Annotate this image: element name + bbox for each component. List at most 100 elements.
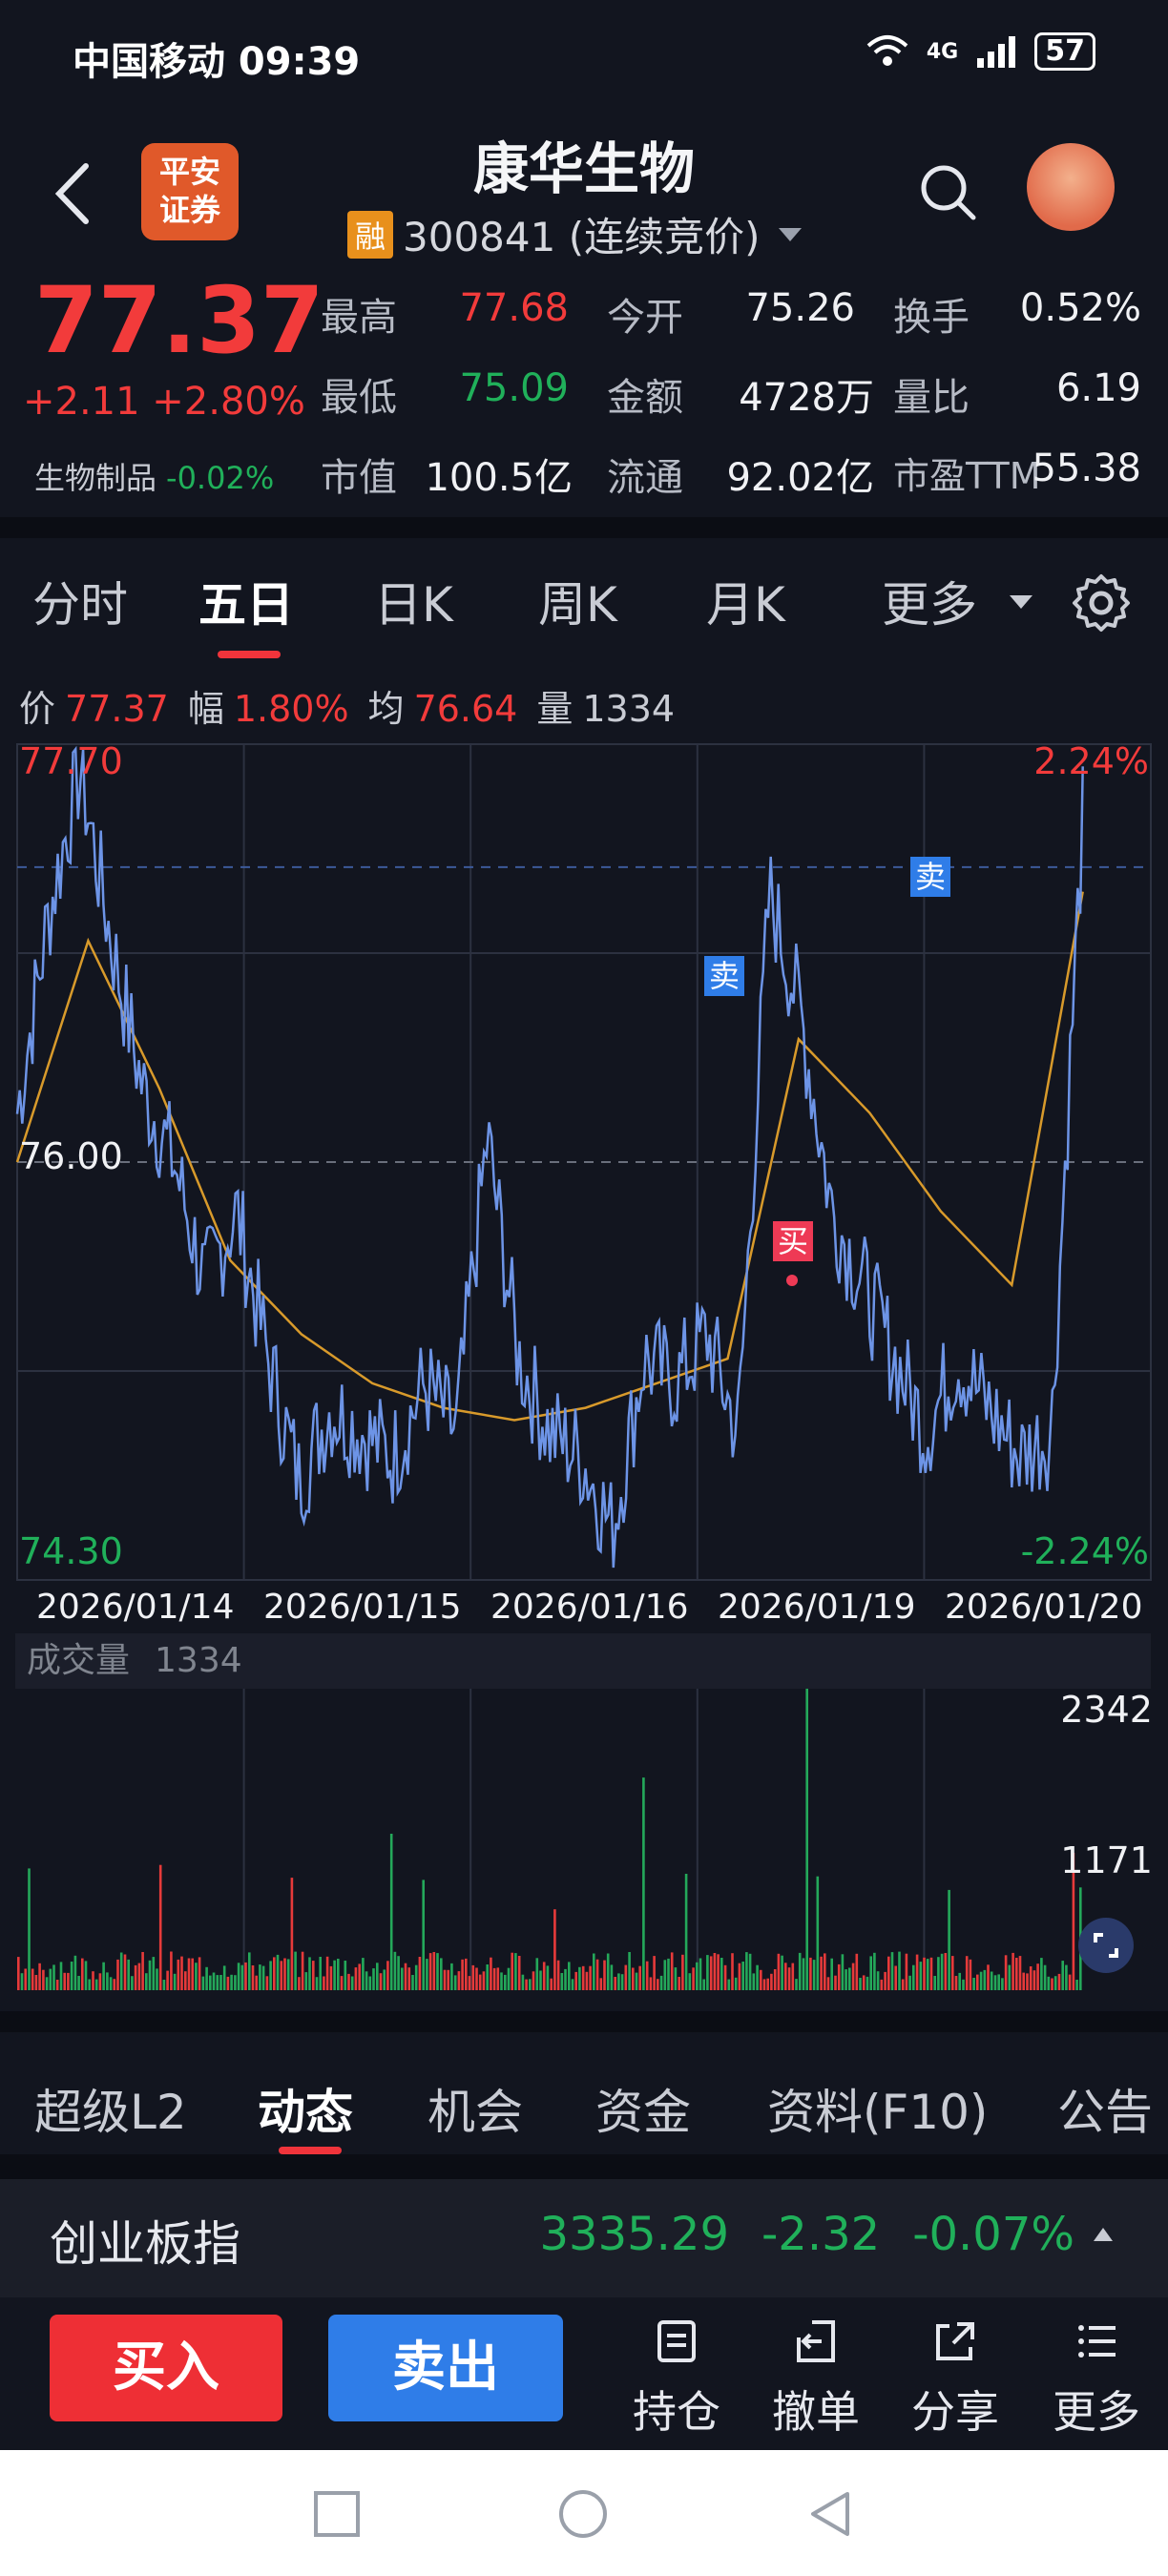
network-badge: 4G xyxy=(926,39,959,64)
volume-bar xyxy=(809,1957,812,1990)
volume-bar xyxy=(397,1956,400,1990)
volume-bar xyxy=(49,1968,52,1990)
volume-bar xyxy=(63,1972,66,1990)
gear-icon[interactable] xyxy=(1071,572,1132,634)
sector-change: -0.02% xyxy=(166,460,275,496)
positions-button[interactable]: 持仓 xyxy=(624,2318,729,2441)
recent-apps-icon[interactable] xyxy=(311,2488,363,2540)
volume-bar xyxy=(993,1975,997,1990)
volume-bar xyxy=(688,1973,692,1990)
home-icon[interactable] xyxy=(557,2488,609,2540)
volume-bar xyxy=(67,1972,70,1990)
volume-bar xyxy=(756,1964,759,1990)
volume-bar xyxy=(614,1977,616,1990)
volume-bar xyxy=(290,1878,294,1990)
sector-info[interactable]: 生物制品 -0.02% xyxy=(34,454,274,498)
quote-value: 0.52% xyxy=(1019,286,1141,330)
volume-bar xyxy=(1065,1964,1068,1990)
volume-bar xyxy=(265,1976,269,1990)
volume-bar xyxy=(219,1975,222,1990)
volume-bar xyxy=(294,1951,297,1990)
volume-bar xyxy=(940,1953,944,1990)
volume-bar xyxy=(628,1952,631,1990)
volume-bar xyxy=(123,1954,127,1990)
volume-bar xyxy=(539,1970,542,1990)
expand-up-icon[interactable] xyxy=(1094,2228,1113,2241)
volume-bar xyxy=(901,1979,905,1990)
tab-weekly-k[interactable]: 周K xyxy=(538,567,617,635)
volume-bar xyxy=(578,1966,581,1990)
menu-icon xyxy=(1078,2325,1116,2358)
volume-bar xyxy=(620,1974,624,1990)
volume-bar xyxy=(624,1964,628,1990)
back-icon[interactable] xyxy=(805,2488,857,2540)
volume-bar xyxy=(1022,1972,1025,1990)
buy-marker[interactable]: 买 xyxy=(773,1221,813,1261)
volume-bar xyxy=(337,1959,340,1990)
volume-bar xyxy=(706,1955,709,1990)
more-button[interactable]: 更多 xyxy=(1044,2318,1149,2441)
volume-bar xyxy=(184,1971,187,1990)
x-tick-label: 2026/01/20 xyxy=(945,1588,1143,1627)
volume-bar xyxy=(98,1973,102,1990)
volume-bar xyxy=(492,1967,496,1990)
tab-daily-k[interactable]: 日K xyxy=(374,567,453,635)
volume-bar xyxy=(212,1972,216,1990)
document-icon xyxy=(657,2320,696,2362)
volume-bar xyxy=(777,1953,781,1990)
index-ticker[interactable]: 创业板指 3335.29 -2.32 -0.07% xyxy=(0,2154,1168,2297)
avatar[interactable] xyxy=(1027,143,1115,231)
sell-marker[interactable]: 卖 xyxy=(910,857,950,897)
volume-bar xyxy=(244,1962,247,1990)
volume-bar xyxy=(873,1952,876,1990)
buy-button[interactable]: 买入 xyxy=(50,2315,282,2421)
tab-announcements[interactable]: 公告 xyxy=(1057,2074,1153,2143)
volume-bar xyxy=(368,1976,372,1990)
cancel-order-button[interactable]: 撤单 xyxy=(763,2318,868,2441)
tab-f10[interactable]: 资料(F10) xyxy=(767,2074,988,2143)
tab-super-l2[interactable]: 超级L2 xyxy=(34,2074,187,2143)
tab-five-day[interactable]: 五日 xyxy=(198,567,294,635)
sell-marker[interactable]: 卖 xyxy=(704,956,744,996)
volume-bar xyxy=(770,1973,773,1990)
x-tick-label: 2026/01/14 xyxy=(36,1588,235,1627)
price-label: 价 xyxy=(19,688,56,730)
volume-bar xyxy=(915,1954,919,1990)
tab-funds[interactable]: 资金 xyxy=(595,2074,691,2143)
volume-mid-label: 1171 xyxy=(1060,1839,1153,1881)
volume-bar xyxy=(209,1975,212,1990)
volume-bar xyxy=(642,1777,645,1990)
fullscreen-button[interactable] xyxy=(1078,1918,1134,1973)
tab-more[interactable]: 更多 xyxy=(882,567,977,635)
search-icon[interactable] xyxy=(918,162,977,221)
volume-bar xyxy=(70,1962,73,1990)
volume-bar xyxy=(116,1959,119,1990)
volume-bar xyxy=(323,1976,325,1990)
volume-bar xyxy=(546,1965,550,1990)
volume-bar xyxy=(457,1971,461,1990)
reference-price-label: 76.00 xyxy=(19,1135,123,1177)
volume-bar xyxy=(426,1959,428,1990)
volume-bar xyxy=(376,1963,379,1990)
volume-bar xyxy=(1075,1980,1078,1990)
volume-bar xyxy=(670,1952,674,1990)
volume-bar xyxy=(812,1960,816,1990)
volume-bar xyxy=(127,1959,130,1990)
volume-bar xyxy=(699,1958,702,1990)
stock-code-selector[interactable]: 融 300841 (连续竞价) xyxy=(347,205,803,263)
status-icons: 4G 57 xyxy=(866,32,1095,71)
tab-news[interactable]: 动态 xyxy=(258,2074,353,2143)
tab-opportunity[interactable]: 机会 xyxy=(428,2074,523,2143)
five-day-chart[interactable]: 77.70 76.00 74.30 2.24% -2.24% 2026/01/1… xyxy=(0,731,1168,1990)
share-button[interactable]: 分享 xyxy=(903,2318,1008,2441)
volume-bar xyxy=(752,1973,756,1990)
volume-bar xyxy=(158,1864,162,1990)
tab-monthly-k[interactable]: 月K xyxy=(706,567,785,635)
signal-icon xyxy=(977,36,1016,68)
volume-bar xyxy=(453,1975,457,1990)
volume-bar xyxy=(141,1952,144,1990)
volume-bar xyxy=(929,1957,933,1990)
tab-intraday[interactable]: 分时 xyxy=(32,567,128,635)
sell-button[interactable]: 卖出 xyxy=(328,2315,563,2421)
quote-label: 今开 xyxy=(607,296,683,340)
